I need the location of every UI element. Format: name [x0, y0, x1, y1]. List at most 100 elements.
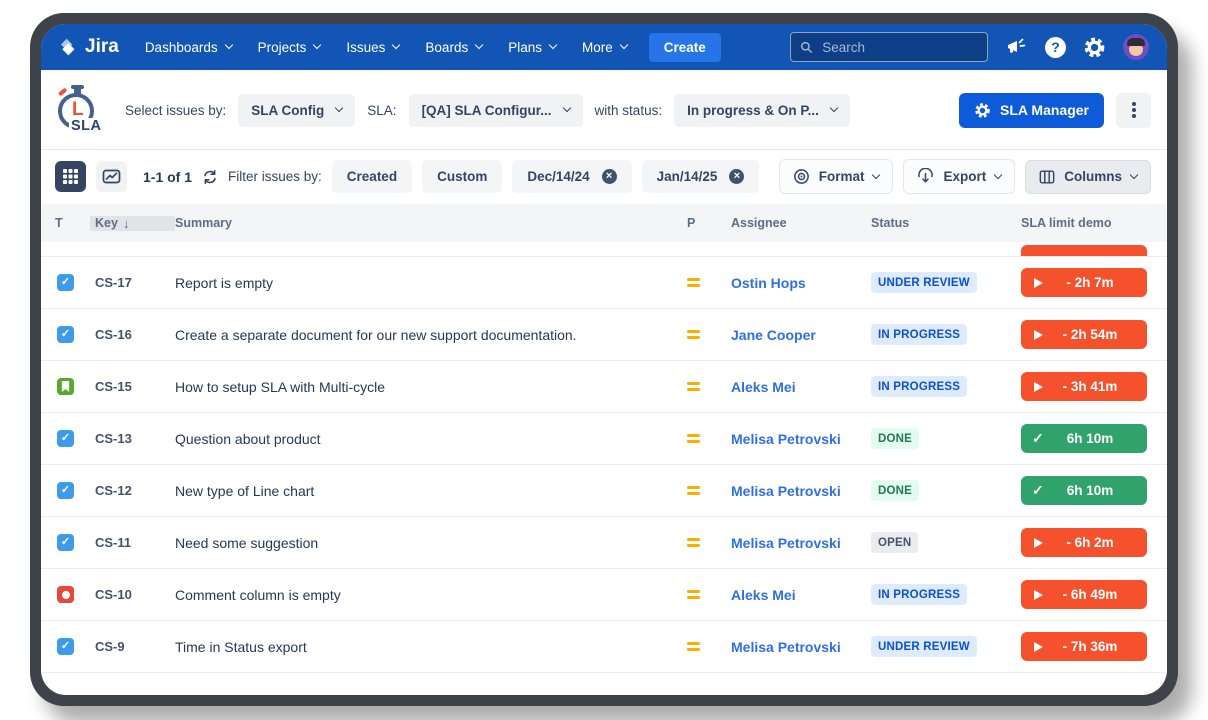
priority-medium-icon: [687, 382, 700, 392]
chip-label: Dec/14/24: [527, 169, 589, 184]
header-assignee[interactable]: Assignee: [731, 216, 871, 230]
issue-summary: Comment column is empty: [175, 587, 687, 603]
refresh-button[interactable]: [202, 169, 218, 185]
priority-medium-icon: [687, 278, 700, 288]
export-button[interactable]: Export: [903, 159, 1015, 194]
issue-summary: Report is empty: [175, 275, 687, 291]
app-window: Jira Dashboards Projects Issues Boards P…: [41, 24, 1167, 695]
close-icon[interactable]: ×: [602, 169, 617, 184]
export-download-icon: [917, 168, 934, 185]
play-icon: [1034, 590, 1043, 600]
sla-manager-label: SLA Manager: [1000, 102, 1089, 118]
nav-item-issues[interactable]: Issues: [346, 40, 399, 55]
select-issues-dropdown[interactable]: SLA Config: [238, 94, 355, 127]
priority-medium-icon: [687, 642, 700, 652]
table-row[interactable]: ✓ CS-15 How to setup SLA with Multi-cycl…: [41, 361, 1167, 413]
columns-button[interactable]: Columns: [1025, 160, 1151, 194]
table-view-button[interactable]: [55, 161, 86, 192]
create-button[interactable]: Create: [649, 33, 721, 62]
sla-pill[interactable]: ✓ - 2h 7m: [1021, 268, 1147, 297]
sla-pill[interactable]: ✓ 6h 10m: [1021, 476, 1147, 505]
stopwatch-stem: [74, 87, 81, 94]
nav-item-boards[interactable]: Boards: [425, 40, 482, 55]
assignee-link[interactable]: Aleks Mei: [731, 587, 871, 603]
assignee-link[interactable]: Jane Cooper: [731, 327, 871, 343]
format-label: Format: [819, 169, 865, 184]
task-check-glyph: ✓: [61, 485, 70, 496]
search-input[interactable]: [820, 39, 978, 56]
nav-item-dashboards[interactable]: Dashboards: [145, 40, 232, 55]
nav-item-projects[interactable]: Projects: [258, 40, 321, 55]
assignee-link[interactable]: Melisa Petrovski: [731, 639, 871, 655]
chip-label: Jan/14/25: [657, 169, 718, 184]
sla-toolbar: L SLA Select issues by: SLA Config SLA: …: [41, 70, 1167, 149]
header-sla[interactable]: SLA limit demo: [1021, 216, 1153, 230]
filter-chip-created[interactable]: Created: [332, 160, 412, 193]
sla-pill[interactable]: ✓ - 3h 41m: [1021, 372, 1147, 401]
play-icon: [1034, 278, 1043, 288]
help-icon[interactable]: ?: [1045, 37, 1066, 58]
sla-config-dropdown[interactable]: [QA] SLA Configur...: [409, 94, 583, 127]
filter-chip-date-to[interactable]: Jan/14/25 ×: [642, 160, 760, 193]
assignee-link[interactable]: Aleks Mei: [731, 379, 871, 395]
nav-item-plans[interactable]: Plans: [508, 40, 556, 55]
nav-item-label: Plans: [508, 40, 542, 55]
refresh-icon: [202, 169, 218, 185]
filter-chip-custom[interactable]: Custom: [422, 160, 502, 193]
search-box[interactable]: [790, 32, 988, 62]
task-icon: ✓: [57, 430, 74, 447]
nav-menu: Dashboards Projects Issues Boards Plans …: [145, 40, 627, 55]
table-row[interactable]: ✓ CS-13 Question about product Melisa Pe…: [41, 413, 1167, 465]
more-options-button[interactable]: [1116, 93, 1151, 128]
table-row[interactable]: ✓ CS-9 Time in Status export Melisa Petr…: [41, 621, 1167, 673]
sla-pill[interactable]: ✓ - 7h 36m: [1021, 632, 1147, 661]
sla-pill[interactable]: ✓ - 6h 49m: [1021, 580, 1147, 609]
filter-chip-date-from[interactable]: Dec/14/24 ×: [512, 160, 631, 193]
chevron-down-icon: [830, 104, 838, 112]
status-badge: UNDER REVIEW: [871, 636, 977, 657]
table-row[interactable]: ✓ CS-11 Need some suggestion Melisa Petr…: [41, 517, 1167, 569]
status-filter-dropdown[interactable]: In progress & On P...: [674, 94, 850, 127]
assignee-link[interactable]: Melisa Petrovski: [731, 431, 871, 447]
jira-logo[interactable]: Jira: [57, 36, 119, 58]
table-row[interactable]: ✓ CS-12 New type of Line chart Melisa Pe…: [41, 465, 1167, 517]
announcement-icon[interactable]: [1006, 37, 1028, 57]
format-eye-icon: [793, 168, 810, 185]
header-key-label: Key: [95, 216, 118, 230]
issue-key: CS-13: [95, 431, 175, 446]
chevron-down-icon: [994, 170, 1002, 178]
close-icon[interactable]: ×: [729, 169, 744, 184]
user-avatar[interactable]: [1123, 34, 1149, 60]
task-check-glyph: ✓: [61, 641, 70, 652]
sla-pill[interactable]: ✓ 6h 10m: [1021, 424, 1147, 453]
header-status[interactable]: Status: [871, 216, 1021, 230]
gear-icon: [974, 102, 991, 119]
nav-item-more[interactable]: More: [582, 40, 627, 55]
chevron-down-icon: [549, 41, 557, 49]
assignee-link[interactable]: Melisa Petrovski: [731, 535, 871, 551]
play-icon: [1034, 642, 1043, 652]
header-priority[interactable]: P: [687, 216, 731, 230]
header-type[interactable]: T: [55, 216, 95, 230]
assignee-link[interactable]: Melisa Petrovski: [731, 483, 871, 499]
sla-pill[interactable]: ✓ - 2h 54m: [1021, 320, 1147, 349]
chart-view-button[interactable]: [96, 161, 127, 192]
header-key-sorted[interactable]: Key↓: [90, 216, 175, 231]
assignee-link[interactable]: Ostin Hops: [731, 275, 871, 291]
story-bookmark-glyph: [60, 380, 71, 393]
header-summary[interactable]: Summary: [175, 216, 687, 230]
settings-gear-icon[interactable]: [1083, 36, 1106, 59]
table-row[interactable]: ✓ CS-10 Comment column is empty Aleks Me…: [41, 569, 1167, 621]
issue-key: CS-11: [95, 535, 175, 550]
table-row[interactable]: ✓ CS-17 Report is empty Ostin Hops UNDER…: [41, 257, 1167, 309]
sla-manager-button[interactable]: SLA Manager: [959, 93, 1104, 128]
sla-time: - 2h 54m: [1063, 327, 1118, 342]
filter-bar: 1-1 of 1 Filter issues by: Created Custo…: [41, 149, 1167, 204]
issue-key: CS-15: [95, 379, 175, 394]
navbar-icons: ?: [1006, 34, 1149, 60]
clipped-sla-pill[interactable]: [1021, 245, 1147, 256]
sla-pill[interactable]: ✓ - 6h 2m: [1021, 528, 1147, 557]
table-row[interactable]: ✓ CS-16 Create a separate document for o…: [41, 309, 1167, 361]
chevron-down-icon: [872, 170, 880, 178]
format-button[interactable]: Format: [779, 159, 894, 194]
